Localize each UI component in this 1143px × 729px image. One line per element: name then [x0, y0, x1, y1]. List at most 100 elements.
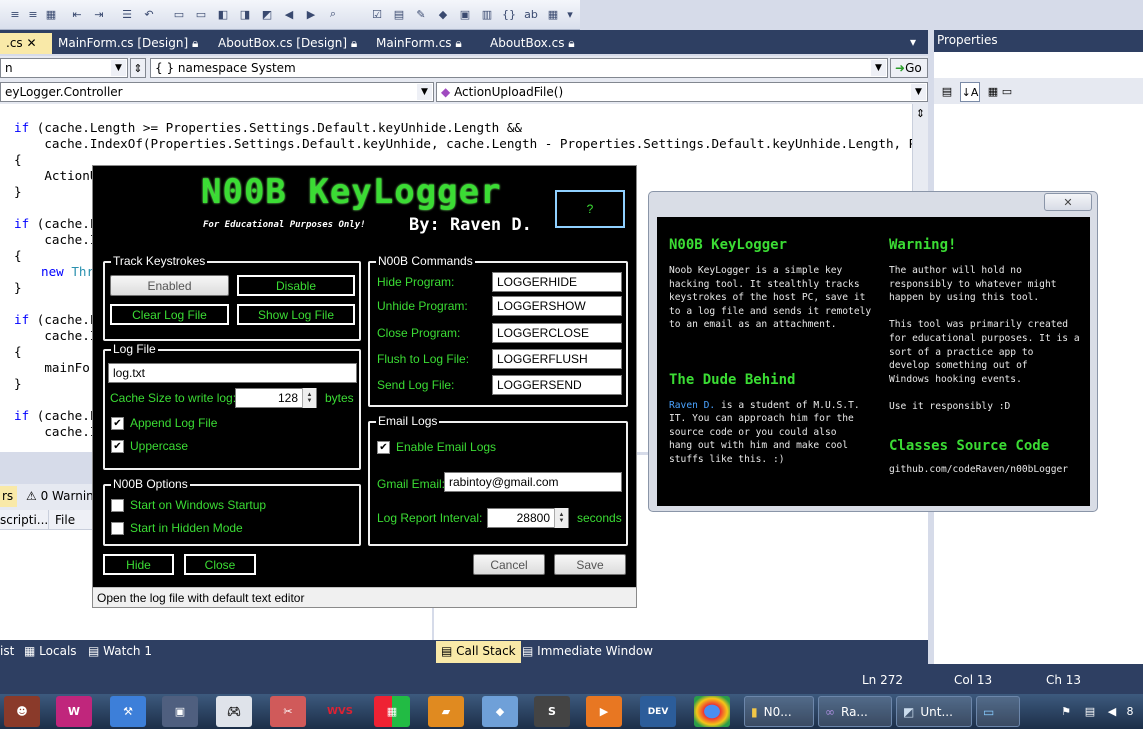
enabled-button[interactable]: Enabled — [110, 275, 229, 296]
errors-tab[interactable]: rs — [0, 486, 17, 507]
close-icon[interactable]: ✕ — [27, 36, 37, 50]
startup-checkbox[interactable] — [111, 499, 124, 512]
spin-down-icon[interactable]: ▼ — [307, 398, 313, 404]
volume-icon[interactable]: ◀ — [1104, 703, 1120, 719]
devcpp-icon[interactable]: DEV — [640, 696, 676, 727]
cancel-button[interactable]: Cancel — [473, 554, 545, 575]
events-icon[interactable]: ▭ — [998, 82, 1016, 100]
office-icon[interactable]: ▦ — [374, 696, 410, 727]
source-link[interactable]: github.com/codeRaven/n00bLogger — [889, 463, 1068, 477]
gamepad-icon[interactable]: 🎮︎ — [216, 696, 252, 727]
taskbar-group-untitled[interactable]: ◩ Unt... — [896, 696, 972, 727]
wvs-icon[interactable]: WVS — [322, 696, 358, 727]
navigate-back-icon[interactable]: ◀ — [280, 5, 298, 23]
uppercase-checkbox[interactable]: ✔ — [111, 440, 124, 453]
gmail-input[interactable]: rabintoy@gmail.com — [444, 472, 622, 492]
tab-dropdown-icon[interactable]: ▾ — [908, 33, 926, 54]
clipboard-icon[interactable]: ▥ — [478, 5, 496, 23]
toolbar-overflow-icon[interactable]: ▾ — [564, 5, 576, 23]
hidden-mode-checkbox[interactable] — [111, 522, 124, 535]
tab-watch[interactable]: ▤ Watch 1 — [88, 644, 152, 658]
window-icon[interactable]: ▭ — [170, 5, 188, 23]
tab-error-list[interactable]: ist — [0, 644, 14, 658]
warnings-tab[interactable]: ⚠ 0 Warnin — [26, 486, 94, 503]
close-icon[interactable]: ✕ — [1044, 193, 1092, 211]
hide-command-input[interactable]: LOGGERHIDE — [492, 272, 622, 292]
undo-icon[interactable]: ↶ — [140, 5, 158, 23]
split-icon[interactable]: ⇕ — [914, 106, 927, 120]
send-command-input[interactable]: LOGGERSEND — [492, 375, 622, 395]
taskbar-group-window[interactable]: ▭ — [976, 696, 1020, 727]
namespace-combo[interactable]: { } namespace System ▼ — [150, 58, 888, 78]
media-player-icon[interactable]: ▶ — [586, 696, 622, 727]
properties-object-combo[interactable] — [934, 52, 1143, 78]
network-icon[interactable]: ⚑ — [1058, 703, 1074, 719]
next-bookmark-icon[interactable]: ◨ — [236, 5, 254, 23]
spin-icon[interactable]: ⇕ — [130, 58, 146, 78]
indent-icon[interactable]: ⇥ — [90, 5, 108, 23]
find-icon[interactable]: ⌕ — [324, 5, 342, 23]
tab-mainform-design[interactable]: MainForm.cs [Design] 🔒︎ — [52, 33, 204, 54]
clear-log-button[interactable]: Clear Log File — [110, 304, 229, 325]
open-folder-icon[interactable]: ▤ — [390, 5, 408, 23]
show-log-button[interactable]: Show Log File — [237, 304, 355, 325]
snipping-icon[interactable]: ✂ — [270, 696, 306, 727]
extensions-icon[interactable]: ▦ — [544, 5, 562, 23]
enable-email-checkbox[interactable]: ✔ — [377, 441, 390, 454]
tab-locals[interactable]: ▦ Locals — [24, 644, 77, 658]
task-list-icon[interactable]: ☑ — [368, 5, 386, 23]
help-button[interactable]: ? — [555, 190, 625, 228]
wamp-icon[interactable]: W — [56, 696, 92, 727]
uncomment-icon[interactable]: ≡ — [24, 5, 42, 23]
comment-icon[interactable]: ≡ — [6, 5, 24, 23]
clock-text[interactable]: 8 — [1124, 703, 1136, 719]
hide-button[interactable]: Hide — [103, 554, 174, 575]
tab-call-stack[interactable]: ▤ Call Stack — [436, 641, 521, 663]
code-snippet-icon[interactable]: {} — [500, 5, 518, 23]
prev-bookmark-icon[interactable]: ◧ — [214, 5, 232, 23]
disable-button[interactable]: Disable — [237, 275, 355, 296]
navigate-forward-icon[interactable]: ▶ — [302, 5, 320, 23]
spellcheck-icon[interactable]: ab — [522, 5, 540, 23]
tab-aboutbox-design[interactable]: AboutBox.cs [Design] 🔒︎ — [212, 33, 363, 54]
start-avatar-icon[interactable]: ☻ — [4, 696, 40, 727]
save-button[interactable]: Save — [554, 554, 626, 575]
tools-icon[interactable]: ✎ — [412, 5, 430, 23]
flush-command-input[interactable]: LOGGERFLUSH — [492, 349, 622, 369]
virtualbox-icon[interactable]: ▣ — [162, 696, 198, 727]
tab-mainform-cs[interactable]: MainForm.cs 🔒︎ — [370, 33, 468, 54]
clear-bookmark-icon[interactable]: ◩ — [258, 5, 276, 23]
project-combo[interactable]: n ▼ — [0, 58, 128, 78]
chrome-icon[interactable] — [694, 696, 730, 727]
log-path-input[interactable]: log.txt — [108, 363, 357, 383]
taskbar-group-visualstudio[interactable]: ∞ Ra... — [818, 696, 892, 727]
sublime-icon[interactable]: S — [534, 696, 570, 727]
spin-down-icon[interactable]: ▼ — [559, 518, 565, 524]
close-button[interactable]: Close — [184, 554, 256, 575]
column-file[interactable]: File — [55, 513, 75, 527]
taskbar-group-noob[interactable]: ▮ N0... — [744, 696, 814, 727]
member-combo[interactable]: ◆ ActionUploadFile() ▼ — [436, 82, 928, 102]
tab-aboutbox-cs[interactable]: AboutBox.cs 🔒︎ — [484, 33, 581, 54]
list-icon[interactable]: ☰ — [118, 5, 136, 23]
outdent-icon[interactable]: ⇤ — [68, 5, 86, 23]
go-button[interactable]: ➜Go — [890, 58, 928, 78]
append-checkbox[interactable]: ✔ — [111, 417, 124, 430]
action-center-icon[interactable]: ▤ — [1082, 703, 1098, 719]
properties-icon[interactable]: ▣ — [456, 5, 474, 23]
cards-icon[interactable]: ▰ — [428, 696, 464, 727]
comment-bubble-icon[interactable]: ▭ — [192, 5, 210, 23]
categorized-icon[interactable]: ▤ — [938, 82, 956, 100]
object-browser-icon[interactable]: ◆ — [434, 5, 452, 23]
cube-icon[interactable]: ◆ — [482, 696, 518, 727]
tab-cs[interactable]: .cs ✕ — [0, 33, 52, 54]
tool-icon[interactable]: ⚒ — [110, 696, 146, 727]
bookmark-icon[interactable]: ▦ — [42, 5, 60, 23]
interval-spinner[interactable]: ▲ ▼ — [554, 508, 568, 528]
sort-alpha-icon[interactable]: ↓A — [960, 82, 980, 102]
cache-size-spinner[interactable]: ▲ ▼ — [302, 388, 316, 408]
class-combo[interactable]: eyLogger.Controller ▼ — [0, 82, 434, 102]
tab-immediate[interactable]: ▤ Immediate Window — [522, 644, 653, 658]
column-description[interactable]: scripti... — [0, 513, 48, 527]
close-command-input[interactable]: LOGGERCLOSE — [492, 323, 622, 343]
